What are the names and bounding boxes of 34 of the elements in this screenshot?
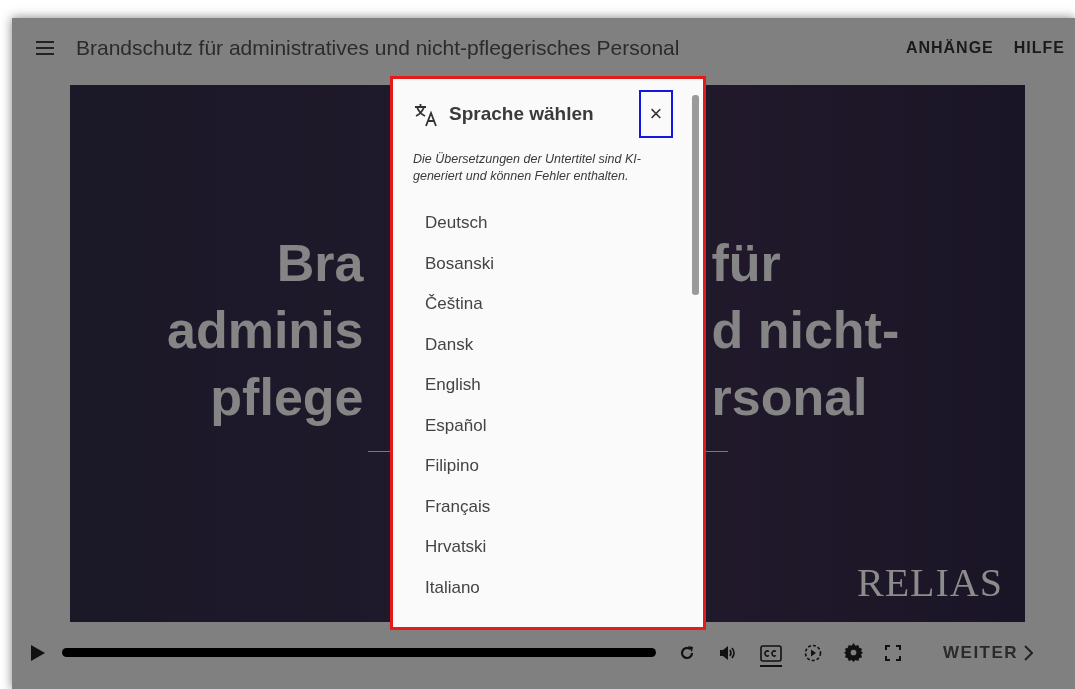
slide-title-fragment: adminis [167, 300, 364, 361]
course-title: Brandschutz für administratives und nicht-pflegerisches Personal [76, 36, 681, 60]
language-option[interactable]: Čeština [425, 284, 681, 325]
language-option[interactable]: Filipino [425, 446, 681, 487]
language-option[interactable]: Français [425, 486, 681, 527]
next-button[interactable]: WEITER [943, 642, 1034, 663]
slide-title-fragment: pflege [209, 367, 364, 428]
menu-icon[interactable] [36, 41, 54, 55]
language-option[interactable]: Español [425, 405, 681, 446]
translate-icon [413, 101, 439, 127]
language-option[interactable]: Dansk [425, 324, 681, 365]
header-link[interactable]: HILFE [1013, 39, 1065, 57]
language-option[interactable]: Deutsch [425, 203, 681, 244]
volume-icon[interactable] [718, 643, 738, 662]
language-option[interactable]: Italiano [425, 567, 681, 608]
play-icon[interactable] [30, 643, 46, 662]
slide-title-fragment: rsonal [711, 367, 869, 428]
playback-speed-icon[interactable] [804, 643, 822, 662]
replay-icon[interactable] [678, 643, 696, 662]
slide-title-fragment: Bra [275, 233, 364, 294]
logo: RELIAS [857, 559, 1003, 606]
header-link[interactable]: ANHÄNGE [905, 39, 994, 57]
close-button[interactable]: × [639, 90, 673, 138]
dialog-title: Sprache wählen [449, 103, 595, 125]
slide-title-fragment: für [711, 233, 782, 294]
language-option[interactable]: Hrvatski [425, 527, 681, 568]
dialog-note: Die Übersetzungen der Untertitel sind KI-generiert und können Fehler enthalten. [413, 151, 642, 185]
language-option[interactable]: English [425, 365, 681, 406]
settings-icon[interactable] [844, 643, 863, 662]
fullscreen-icon[interactable] [885, 644, 901, 661]
chevron-right-icon [1023, 644, 1034, 661]
slide-title-fragment: d nicht- [711, 300, 901, 361]
language-option[interactable]: Bosanski [425, 243, 681, 284]
captions-icon[interactable] [760, 644, 782, 662]
